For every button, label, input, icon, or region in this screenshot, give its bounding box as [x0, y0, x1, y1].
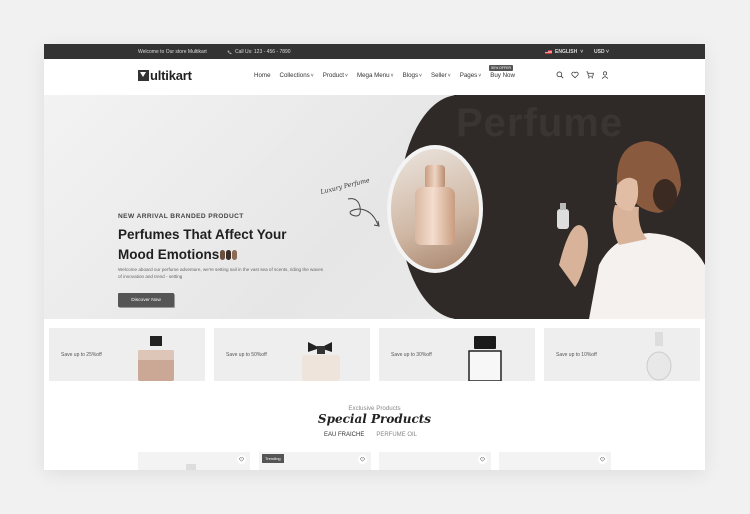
header-icons — [556, 71, 609, 79]
hero-perfume-image — [387, 145, 483, 273]
tab-eau-fraiche[interactable]: EAU FRAICHE — [324, 432, 364, 438]
heart-icon — [480, 457, 485, 462]
welcome-text: Welcome to Our store Multikart — [138, 49, 207, 55]
nav-product-label: Product — [322, 72, 345, 79]
heart-icon — [239, 457, 244, 462]
promo-text: Save up to 10%off — [556, 352, 597, 358]
promo-text: Save up to 50%off — [226, 352, 267, 358]
nav-blogs-label: Blogs — [402, 72, 419, 79]
promo-tile-2[interactable]: Save up to 50%off — [214, 328, 370, 381]
section-subtitle: Exclusive Products — [348, 405, 401, 412]
promo-tile-4[interactable]: Save up to 10%off — [544, 328, 700, 381]
chevron-down-icon: ˅ — [605, 49, 609, 55]
chevron-down-icon: ˅ — [390, 73, 394, 79]
nav-pages[interactable]: Pages˅ — [460, 72, 481, 79]
logo-m-icon — [138, 70, 149, 81]
logo-text: ultikart — [150, 68, 192, 83]
wishlist-button[interactable] — [358, 455, 367, 464]
wishlist-button[interactable] — [478, 455, 487, 464]
nav-home[interactable]: Home — [254, 72, 271, 79]
currency-label: USD — [594, 49, 605, 55]
product-card[interactable] — [379, 452, 491, 470]
chevron-down-icon: ˅ — [580, 49, 584, 55]
perfume-bottle — [415, 187, 455, 245]
nav-mega-menu[interactable]: Mega Menu˅ — [357, 72, 394, 79]
perfume-bottle-icon — [468, 336, 502, 381]
main-header: ultikart Home Collections˅ Product˅ Mega… — [44, 59, 705, 96]
hero-title-line1: Perfumes That Affect Your — [118, 227, 287, 242]
logo[interactable]: ultikart — [138, 68, 192, 83]
main-nav: Home Collections˅ Product˅ Mega Menu˅ Bl… — [254, 65, 515, 79]
offer-badge: 50% OFFER — [489, 65, 514, 71]
nav-seller-label: Seller — [430, 72, 447, 79]
promo-tile-3[interactable]: Save up to 30%off — [379, 328, 535, 381]
curly-arrow-icon — [347, 198, 380, 227]
perfume-thumbnails — [220, 250, 238, 261]
product-card[interactable] — [499, 452, 611, 470]
call-info: Call Us: 123 - 456 - 7890 — [227, 49, 291, 55]
search-icon[interactable] — [556, 71, 564, 79]
phone-icon — [227, 50, 232, 54]
language-label: ENGLISH — [555, 49, 578, 55]
hero-description: Welcome aboard our perfume adventure, we… — [118, 267, 324, 279]
nav-pages-label: Pages — [459, 72, 478, 79]
top-bar: Welcome to Our store Multikart Call Us: … — [44, 44, 705, 59]
cart-icon[interactable] — [586, 71, 594, 79]
chevron-down-icon: ˅ — [345, 73, 348, 79]
nav-collections[interactable]: Collections˅ — [280, 72, 314, 79]
nav-product[interactable]: Product˅ — [323, 72, 348, 79]
discover-now-button[interactable]: Discover Now — [118, 293, 174, 307]
hero-title: Perfumes That Affect Your Mood Emotions — [118, 225, 287, 265]
nav-buy-now[interactable]: 50% OFFER Buy Now — [489, 65, 515, 79]
perfume-bottle-icon — [646, 332, 672, 381]
hero-title-line2-text: Mood Emotions — [118, 247, 220, 262]
currency-select[interactable]: USD ˅ — [594, 49, 609, 55]
chevron-down-icon: ˅ — [447, 73, 451, 79]
perfume-bottle-icon — [302, 342, 340, 381]
heart-icon[interactable] — [571, 71, 579, 79]
tab-perfume-oil[interactable]: PERFUME OIL — [376, 432, 417, 438]
promo-tile-1[interactable]: Save up to 25%off — [49, 328, 205, 381]
chevron-down-icon: ˅ — [478, 73, 482, 79]
perfume-bottle-cap — [425, 165, 445, 189]
wishlist-button[interactable] — [237, 455, 246, 464]
call-text: Call Us: 123 - 456 - 7890 — [235, 49, 291, 55]
us-flag-icon — [545, 50, 552, 54]
language-select[interactable]: ENGLISH ˅ — [545, 49, 583, 55]
perfume-bottle-icon — [138, 336, 174, 381]
trending-badge: Trending — [262, 454, 284, 463]
hero-eyebrow: NEW ARRIVAL BRANDED PRODUCT — [118, 213, 244, 220]
hero-model-image — [557, 141, 705, 319]
nav-mega-menu-label: Mega Menu — [356, 72, 390, 79]
hero-banner: Perfume Luxury Perfume NEW ARRIVAL BRAND… — [44, 95, 705, 319]
wishlist-button[interactable] — [598, 455, 607, 464]
product-card[interactable] — [138, 452, 250, 470]
promo-text: Save up to 25%off — [61, 352, 102, 358]
nav-blogs[interactable]: Blogs˅ — [403, 72, 422, 79]
perfume-bottle-icon — [186, 464, 196, 470]
browser-page: Welcome to Our store Multikart Call Us: … — [44, 44, 705, 470]
section-title: Special Products — [317, 412, 432, 426]
nav-buy-now-label: Buy Now — [490, 72, 515, 79]
heart-icon — [360, 457, 365, 462]
promo-text: Save up to 30%off — [391, 352, 432, 358]
hero-title-line2: Mood Emotions — [118, 245, 287, 265]
product-tabs: EAU FRAICHE PERFUME OIL — [324, 432, 417, 438]
chevron-down-icon: ˅ — [419, 73, 422, 79]
nav-seller[interactable]: Seller˅ — [431, 72, 451, 79]
heart-icon — [600, 457, 605, 462]
user-icon[interactable] — [601, 71, 609, 79]
nav-collections-label: Collections — [279, 72, 310, 79]
chevron-down-icon: ˅ — [310, 73, 314, 79]
